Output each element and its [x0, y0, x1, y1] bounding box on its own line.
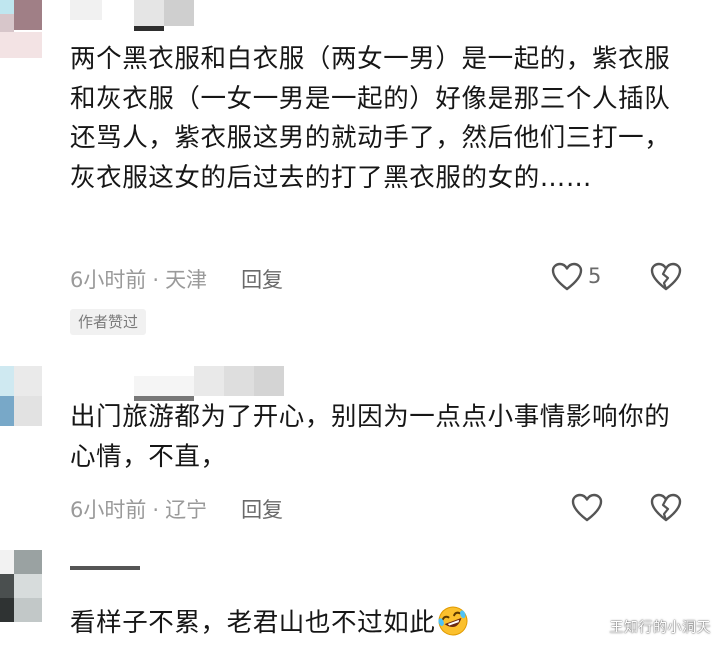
broken-heart-icon [650, 262, 682, 291]
comment-text: 两个黑衣服和白衣服（两女一男）是一起的，紫衣服和灰衣服（一女一男是一起的）好像是… [70, 44, 671, 193]
like-button[interactable] [551, 262, 583, 296]
comment-text: 出门旅游都为了开心，别因为一点点小事情影响你的心情，不直， [70, 402, 671, 472]
like-count: 5 [588, 264, 602, 288]
comment-time: 6小时前 [70, 498, 147, 522]
meta-separator: · [152, 268, 160, 292]
comment-meta: 6小时前 · 天津 回复 [70, 264, 283, 294]
comment-text: 看样子不累，老君山也不过如此 [70, 604, 695, 644]
rolling-on-floor-laughing-emoji [438, 606, 468, 636]
comment-meta: 6小时前 · 辽宁 回复 [70, 494, 283, 524]
heart-icon [571, 493, 603, 522]
comment-location: 天津 [165, 268, 208, 292]
heart-icon [551, 262, 583, 291]
watermark: 王知行的小洞天 [609, 620, 711, 636]
comment-location: 辽宁 [165, 498, 208, 522]
avatar[interactable] [0, 366, 44, 426]
like-button[interactable] [571, 493, 603, 527]
dislike-button[interactable] [650, 262, 682, 296]
reply-button[interactable]: 回复 [241, 268, 283, 292]
comment-time: 6小时前 [70, 268, 147, 292]
avatar[interactable] [0, 550, 44, 622]
meta-separator: · [152, 498, 160, 522]
reply-button[interactable]: 回复 [241, 498, 283, 522]
author-liked-badge: 作者赞过 [70, 309, 147, 335]
comment-2: 出门旅游都为了开心，别因为一点点小事情影响你的心情，不直， 6小时前 · 辽宁 回复 [0, 350, 719, 540]
broken-heart-icon [650, 493, 682, 522]
comment-text-content: 看样子不累，老君山也不过如此 [70, 608, 436, 638]
avatar[interactable] [0, 0, 44, 58]
comment-1: 两个黑衣服和白衣服（两女一男）是一起的，紫衣服和灰衣服（一女一男是一起的）好像是… [0, 0, 719, 350]
dislike-button[interactable] [650, 493, 682, 527]
